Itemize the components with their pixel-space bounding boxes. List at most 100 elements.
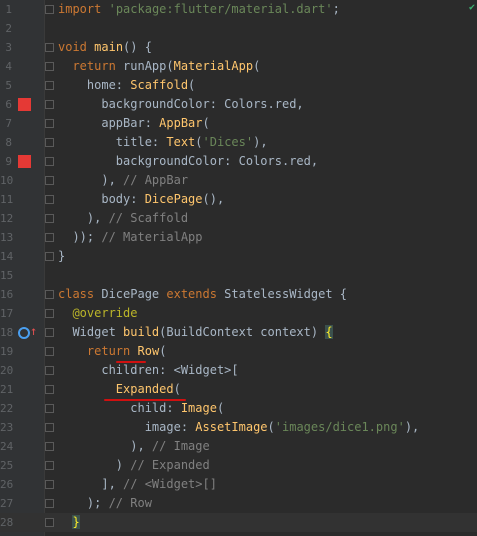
code-text[interactable]: )); // MaterialApp: [58, 228, 202, 247]
code-line[interactable]: 17 @override: [0, 304, 477, 323]
code-text[interactable]: ), // AppBar: [58, 171, 188, 190]
fold-marker-icon[interactable]: [45, 290, 54, 299]
code-text[interactable]: ); // Row: [58, 494, 152, 513]
code-editor[interactable]: ✔ 1 import 'package:flutter/material.dart…: [0, 0, 477, 536]
code-text[interactable]: return runApp(MaterialApp(: [58, 57, 260, 76]
code-text[interactable]: children: <Widget>[: [58, 361, 238, 380]
fold-marker-icon[interactable]: [45, 461, 54, 470]
code-line[interactable]: 3 void main() {: [0, 38, 477, 57]
override-method-icon[interactable]: [18, 327, 30, 339]
fold-marker-icon[interactable]: [45, 328, 54, 337]
line-number[interactable]: 26: [0, 475, 13, 494]
fold-marker-icon[interactable]: [45, 480, 54, 489]
fold-marker-icon[interactable]: [45, 176, 54, 185]
code-text[interactable]: import 'package:flutter/material.dart';: [58, 0, 340, 19]
code-line[interactable]: 11 body: DicePage(),: [0, 190, 477, 209]
fold-marker-icon[interactable]: [45, 119, 54, 128]
code-line[interactable]: 23 image: AssetImage('images/dice1.png')…: [0, 418, 477, 437]
line-number[interactable]: 28: [0, 513, 13, 532]
fold-marker-icon[interactable]: [45, 195, 54, 204]
fold-marker-icon[interactable]: [45, 309, 54, 318]
code-line[interactable]: 18 ↑ Widget build(BuildContext context) {: [0, 323, 477, 342]
fold-marker-icon[interactable]: [45, 404, 54, 413]
fold-marker-icon[interactable]: [45, 233, 54, 242]
fold-marker-icon[interactable]: [45, 5, 54, 14]
code-text[interactable]: }: [58, 247, 65, 266]
fold-marker-icon[interactable]: [45, 499, 54, 508]
code-text[interactable]: Expanded(: [58, 380, 181, 399]
line-number[interactable]: 15: [0, 266, 13, 285]
code-text[interactable]: void main() {: [58, 38, 152, 57]
code-text[interactable]: Widget build(BuildContext context) {: [58, 323, 333, 342]
fold-marker-icon[interactable]: [45, 385, 54, 394]
code-line[interactable]: 13 )); // MaterialApp: [0, 228, 477, 247]
fold-marker-icon[interactable]: [45, 442, 54, 451]
line-number[interactable]: 27: [0, 494, 13, 513]
code-line[interactable]: 7 appBar: AppBar(: [0, 114, 477, 133]
code-text[interactable]: backgroundColor: Colors.red,: [58, 95, 303, 114]
code-text[interactable]: image: AssetImage('images/dice1.png'),: [58, 418, 420, 437]
code-line[interactable]: 20 children: <Widget>[: [0, 361, 477, 380]
line-number[interactable]: 20: [0, 361, 13, 380]
line-number[interactable]: 9: [0, 152, 12, 171]
line-number[interactable]: 13: [0, 228, 13, 247]
code-line[interactable]: 12 ), // Scaffold: [0, 209, 477, 228]
code-line[interactable]: 1 import 'package:flutter/material.dart';: [0, 0, 477, 19]
line-number[interactable]: 16: [0, 285, 13, 304]
fold-marker-icon[interactable]: [45, 366, 54, 375]
fold-marker-icon[interactable]: [45, 214, 54, 223]
fold-marker-icon[interactable]: [45, 62, 54, 71]
line-number[interactable]: 19: [0, 342, 13, 361]
code-line[interactable]: 5 home: Scaffold(: [0, 76, 477, 95]
line-number[interactable]: 3: [0, 38, 12, 57]
line-number[interactable]: 22: [0, 399, 13, 418]
code-line[interactable]: 2: [0, 19, 477, 38]
fold-marker-icon[interactable]: [45, 100, 54, 109]
code-line[interactable]: 26 ], // <Widget>[]: [0, 475, 477, 494]
fold-marker-icon[interactable]: [45, 423, 54, 432]
code-line[interactable]: 19 return Row(: [0, 342, 477, 361]
code-line[interactable]: 21 Expanded(: [0, 380, 477, 399]
code-line[interactable]: 6 backgroundColor: Colors.red,: [0, 95, 477, 114]
code-line[interactable]: 16 class DicePage extends StatelessWidget…: [0, 285, 477, 304]
code-text[interactable]: return Row(: [58, 342, 167, 361]
code-line[interactable]: 8 title: Text('Dices'),: [0, 133, 477, 152]
line-number[interactable]: 12: [0, 209, 13, 228]
code-text[interactable]: backgroundColor: Colors.red,: [58, 152, 318, 171]
line-number[interactable]: 5: [0, 76, 12, 95]
line-number[interactable]: 17: [0, 304, 13, 323]
line-number[interactable]: 2: [0, 19, 12, 38]
color-swatch-icon[interactable]: [18, 98, 31, 111]
code-text[interactable]: ) // Expanded: [58, 456, 210, 475]
code-line[interactable]: 27 ); // Row: [0, 494, 477, 513]
code-line[interactable]: 4 return runApp(MaterialApp(: [0, 57, 477, 76]
code-line[interactable]: 14}: [0, 247, 477, 266]
fold-marker-icon[interactable]: [45, 157, 54, 166]
code-text[interactable]: @override: [58, 304, 137, 323]
code-line[interactable]: 24 ), // Image: [0, 437, 477, 456]
line-number[interactable]: 24: [0, 437, 13, 456]
code-text[interactable]: home: Scaffold(: [58, 76, 195, 95]
line-number[interactable]: 7: [0, 114, 12, 133]
code-text[interactable]: ], // <Widget>[]: [58, 475, 217, 494]
code-text[interactable]: appBar: AppBar(: [58, 114, 209, 133]
fold-marker-icon[interactable]: [45, 138, 54, 147]
code-line[interactable]: 15: [0, 266, 477, 285]
line-number[interactable]: 25: [0, 456, 13, 475]
code-text[interactable]: body: DicePage(),: [58, 190, 224, 209]
line-number[interactable]: 21: [0, 380, 13, 399]
line-number[interactable]: 6: [0, 95, 12, 114]
fold-marker-icon[interactable]: [45, 518, 54, 527]
code-text[interactable]: }: [58, 513, 80, 532]
line-number[interactable]: 23: [0, 418, 13, 437]
line-number[interactable]: 18: [0, 323, 13, 342]
color-swatch-icon[interactable]: [18, 155, 31, 168]
fold-marker-icon[interactable]: [45, 252, 54, 261]
code-text[interactable]: title: Text('Dices'),: [58, 133, 268, 152]
code-line[interactable]: 22 child: Image(: [0, 399, 477, 418]
line-number[interactable]: 1: [0, 0, 12, 19]
fold-marker-icon[interactable]: [45, 43, 54, 52]
code-text[interactable]: child: Image(: [58, 399, 224, 418]
code-text[interactable]: class DicePage extends StatelessWidget {: [58, 285, 347, 304]
code-text[interactable]: ), // Image: [58, 437, 209, 456]
